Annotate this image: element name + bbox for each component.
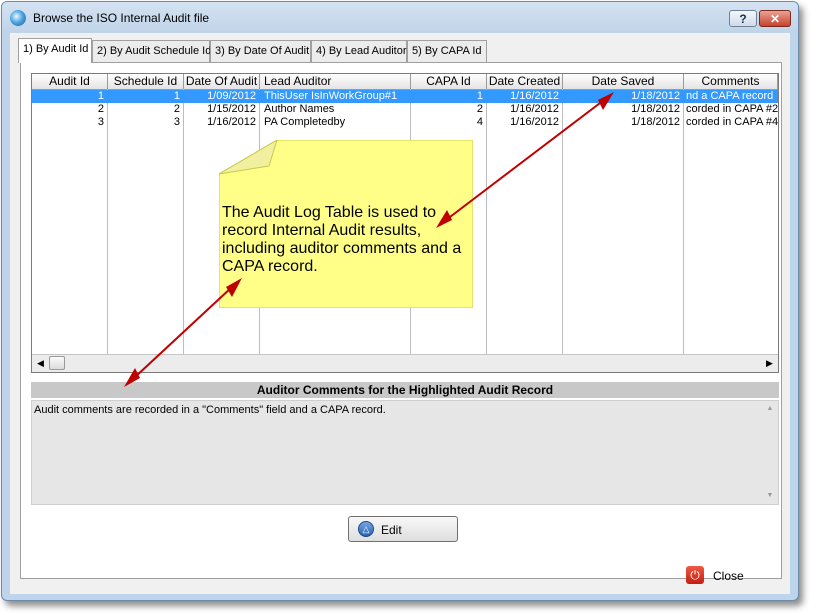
- cell-schedule-id: 2: [173, 103, 180, 115]
- window-close-button[interactable]: ✕: [759, 10, 791, 27]
- column-header-date-saved[interactable]: Date Saved: [563, 74, 684, 89]
- cell-date-saved: 1/18/2012: [631, 116, 680, 128]
- scroll-right-arrow-icon[interactable]: ▶: [762, 356, 777, 370]
- comments-text: Audit comments are recorded in a "Commen…: [34, 404, 386, 416]
- cell-schedule-id: 3: [173, 116, 180, 128]
- cell-lead-auditor: ThisUser IsInWorkGroup#1: [264, 90, 398, 102]
- cell-date-saved: 1/18/2012: [631, 90, 680, 102]
- cell-audit-id: 2: [97, 103, 104, 115]
- table-row[interactable]: 3 3 1/16/2012 PA Completedby 4 1/16/2012…: [32, 116, 778, 129]
- table-row-selected[interactable]: 1 1 1/09/2012 ThisUser IsInWorkGroup#1 1…: [32, 90, 778, 103]
- cell-date-of-audit: 1/16/2012: [207, 116, 256, 128]
- column-header-date-of-audit[interactable]: Date Of Audit: [184, 74, 260, 89]
- scroll-up-arrow-icon[interactable]: ▲: [765, 404, 775, 414]
- table-row[interactable]: 2 2 1/15/2012 Author Names 2 1/16/2012 1…: [32, 103, 778, 116]
- cell-audit-id: 3: [97, 116, 104, 128]
- cell-capa-id: 2: [476, 103, 483, 115]
- callout-text: The Audit Log Table is used to record In…: [222, 204, 462, 275]
- tab-by-date-of-audit[interactable]: 3) By Date Of Audit: [210, 40, 311, 62]
- tab-by-capa-id[interactable]: 5) By CAPA Id: [407, 40, 487, 62]
- callout-note: The Audit Log Table is used to record In…: [219, 140, 473, 308]
- close-button[interactable]: ⏻ Close: [684, 564, 754, 588]
- tab-by-audit-schedule-id[interactable]: 2) By Audit Schedule Id: [92, 40, 211, 62]
- column-header-schedule-id[interactable]: Schedule Id: [108, 74, 184, 89]
- cell-capa-id: 1: [476, 90, 483, 102]
- comments-section-header: Auditor Comments for the Highlighted Aud…: [31, 382, 779, 398]
- column-header-date-created[interactable]: Date Created: [487, 74, 563, 89]
- cell-lead-auditor: PA Completedby: [264, 116, 346, 128]
- help-button[interactable]: ?: [729, 10, 757, 27]
- edit-button[interactable]: △ Edit: [348, 516, 458, 542]
- cell-capa-id: 4: [476, 116, 483, 128]
- cell-date-saved: 1/18/2012: [631, 103, 680, 115]
- cell-lead-auditor: Author Names: [264, 103, 335, 115]
- scroll-left-arrow-icon[interactable]: ◀: [33, 356, 48, 370]
- cell-comments: nd a CAPA record: [686, 90, 774, 102]
- app-globe-icon: [10, 10, 26, 26]
- cell-comments: corded in CAPA #4: [686, 116, 778, 128]
- scroll-thumb[interactable]: [49, 356, 65, 370]
- tab-by-lead-auditor[interactable]: 4) By Lead Auditor: [311, 40, 407, 62]
- tab-by-audit-id[interactable]: 1) By Audit Id: [18, 38, 92, 63]
- edit-triangle-icon: △: [358, 521, 374, 537]
- window-title: Browse the ISO Internal Audit file: [33, 11, 210, 25]
- table-header: Audit Id Schedule Id Date Of Audit Lead …: [32, 74, 778, 90]
- cell-date-created: 1/16/2012: [510, 116, 559, 128]
- title-bar[interactable]: Browse the ISO Internal Audit file ? ✕: [2, 2, 798, 34]
- column-header-comments[interactable]: Comments: [684, 74, 778, 89]
- scroll-down-arrow-icon[interactable]: ▼: [765, 491, 775, 501]
- power-icon: ⏻: [686, 566, 704, 584]
- cell-date-of-audit: 1/15/2012: [207, 103, 256, 115]
- column-header-lead-auditor[interactable]: Lead Auditor: [260, 74, 411, 89]
- horizontal-scrollbar[interactable]: ◀ ▶: [32, 354, 778, 372]
- cell-schedule-id: 1: [173, 90, 180, 102]
- column-header-audit-id[interactable]: Audit Id: [32, 74, 108, 89]
- close-button-label: Close: [713, 569, 744, 583]
- edit-button-label: Edit: [381, 523, 402, 537]
- cell-date-of-audit: 1/09/2012: [207, 90, 256, 102]
- cell-audit-id: 1: [97, 90, 104, 102]
- comments-textarea[interactable]: Audit comments are recorded in a "Commen…: [31, 400, 779, 505]
- cell-date-created: 1/16/2012: [510, 90, 559, 102]
- cell-date-created: 1/16/2012: [510, 103, 559, 115]
- comments-vertical-scrollbar[interactable]: ▲ ▼: [762, 401, 778, 504]
- column-header-capa-id[interactable]: CAPA Id: [411, 74, 487, 89]
- dialog-client-area: 1) By Audit Id 2) By Audit Schedule Id 3…: [10, 33, 790, 594]
- cell-comments: corded in CAPA #2: [686, 103, 778, 115]
